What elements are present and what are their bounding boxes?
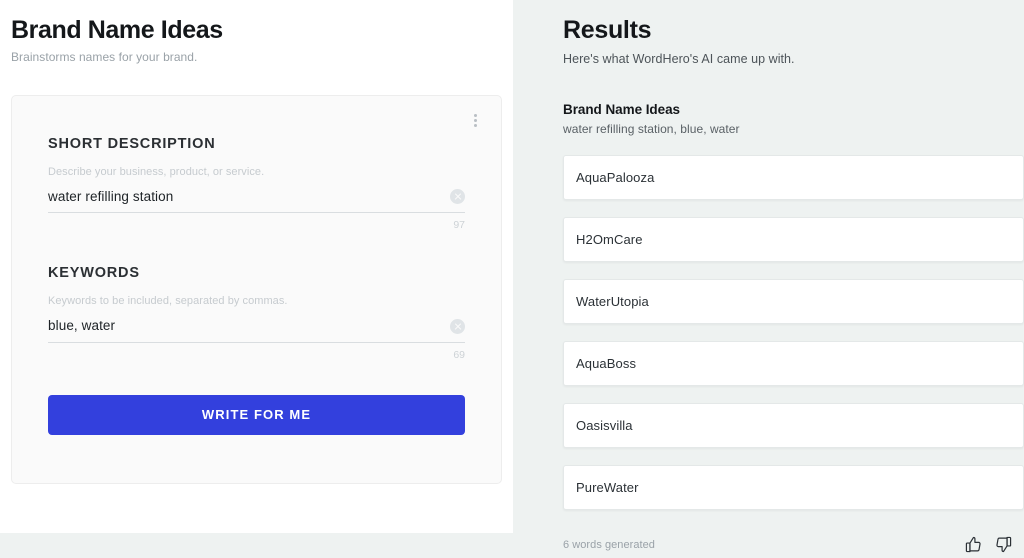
short-description-char-count: 97 [453,219,465,232]
result-text: Oasisvilla [576,417,633,433]
words-generated-count: 6 words generated [563,538,655,551]
write-for-me-button[interactable]: WRITE FOR ME [48,394,465,435]
result-group-subtitle: water refilling station, blue, water [563,121,740,136]
field-short-description: SHORT DESCRIPTION Describe your business… [48,96,465,232]
results-title: Results [563,16,652,44]
keywords-input[interactable]: blue, water [48,317,450,335]
list-item[interactable]: Oasisvilla [563,402,1024,448]
field-keywords: KEYWORDS Keywords to be included, separa… [48,265,465,361]
short-description-input-row[interactable]: water refilling station [48,183,465,214]
result-text: AquaBoss [576,355,637,371]
kebab-dot [473,114,477,118]
result-group-title: Brand Name Ideas [563,101,680,117]
list-item[interactable]: AquaBoss [563,340,1024,386]
field-hint-short-description: Describe your business, product, or serv… [48,165,265,178]
result-text: H2OmCare [576,231,643,247]
list-item[interactable]: WaterUtopia [563,278,1024,324]
field-label-short-description: SHORT DESCRIPTION [48,135,216,152]
thumbs-down-icon[interactable] [995,536,1012,553]
field-hint-keywords: Keywords to be included, separated by co… [48,295,288,308]
keywords-char-count: 69 [453,348,465,361]
thumbs-up-icon[interactable] [965,536,982,553]
kebab-vertical-icon[interactable] [466,110,484,132]
page-subtitle: Brainstorms names for your brand. [11,49,198,64]
short-description-input[interactable]: water refilling station [48,188,450,206]
results-subtitle: Here's what WordHero's AI came up with. [563,51,795,66]
result-text: AquaPalooza [576,169,655,185]
list-item[interactable]: AquaPalooza [563,154,1024,200]
page-title: Brand Name Ideas [11,16,223,44]
list-item[interactable]: PureWater [563,464,1024,510]
list-item[interactable]: H2OmCare [563,216,1024,262]
input-form-card: SHORT DESCRIPTION Describe your business… [11,94,502,484]
feedback-controls [965,536,1016,553]
results-footer: 6 words generated [563,536,1016,553]
tool-form-panel: Brand Name Ideas Brainstorms names for y… [0,0,513,533]
result-text: PureWater [576,479,639,495]
kebab-dot [473,124,477,128]
keywords-input-row[interactable]: blue, water [48,312,465,343]
kebab-dot [473,119,477,123]
clear-circle-icon[interactable] [450,189,465,205]
results-list: AquaPalooza H2OmCare WaterUtopia AquaBos… [563,154,1024,510]
clear-circle-icon[interactable] [450,318,465,334]
results-panel: Results Here's what WordHero's AI came u… [513,0,1024,558]
result-text: WaterUtopia [576,293,649,309]
field-label-keywords: KEYWORDS [48,265,140,282]
